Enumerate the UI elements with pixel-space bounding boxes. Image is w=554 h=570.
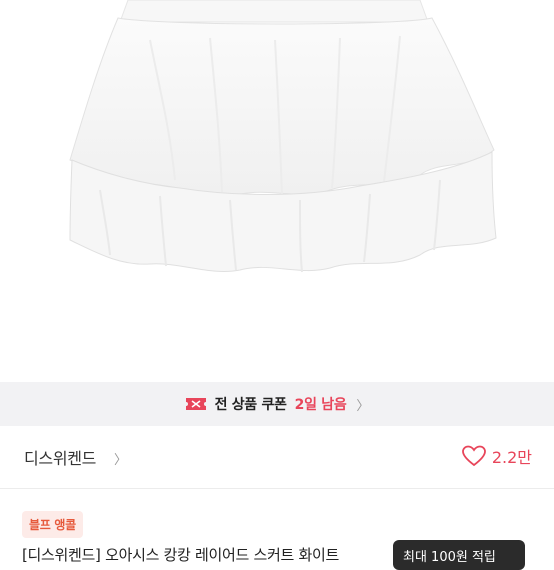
- chevron-right-icon: 〉: [114, 453, 128, 468]
- promo-badge: 블프 앵콜: [22, 511, 83, 538]
- chevron-right-icon: 〉: [356, 398, 370, 414]
- shop-row: 디스위켄드 〉 2.2만: [0, 426, 554, 489]
- skirt-illustration: [69, 0, 497, 273]
- coupon-banner[interactable]: 전 상품 쿠폰 2일 남음 〉: [0, 382, 554, 426]
- heart-icon: [461, 445, 486, 467]
- reward-tooltip: 최대 100원 적립: [393, 540, 525, 570]
- coupon-days-left: 2일 남음: [294, 397, 347, 413]
- like-count: 2.2만: [491, 448, 532, 467]
- coupon-label: 전 상품 쿠폰: [214, 397, 287, 413]
- product-title: [디스위켄드] 오아시스 캉캉 레이어드 스커트 화이트: [22, 546, 339, 564]
- shop-name-link[interactable]: 디스위켄드: [24, 445, 96, 469]
- product-image[interactable]: [0, 0, 554, 382]
- coupon-icon: [185, 398, 206, 410]
- like-button[interactable]: 2.2만: [461, 444, 532, 468]
